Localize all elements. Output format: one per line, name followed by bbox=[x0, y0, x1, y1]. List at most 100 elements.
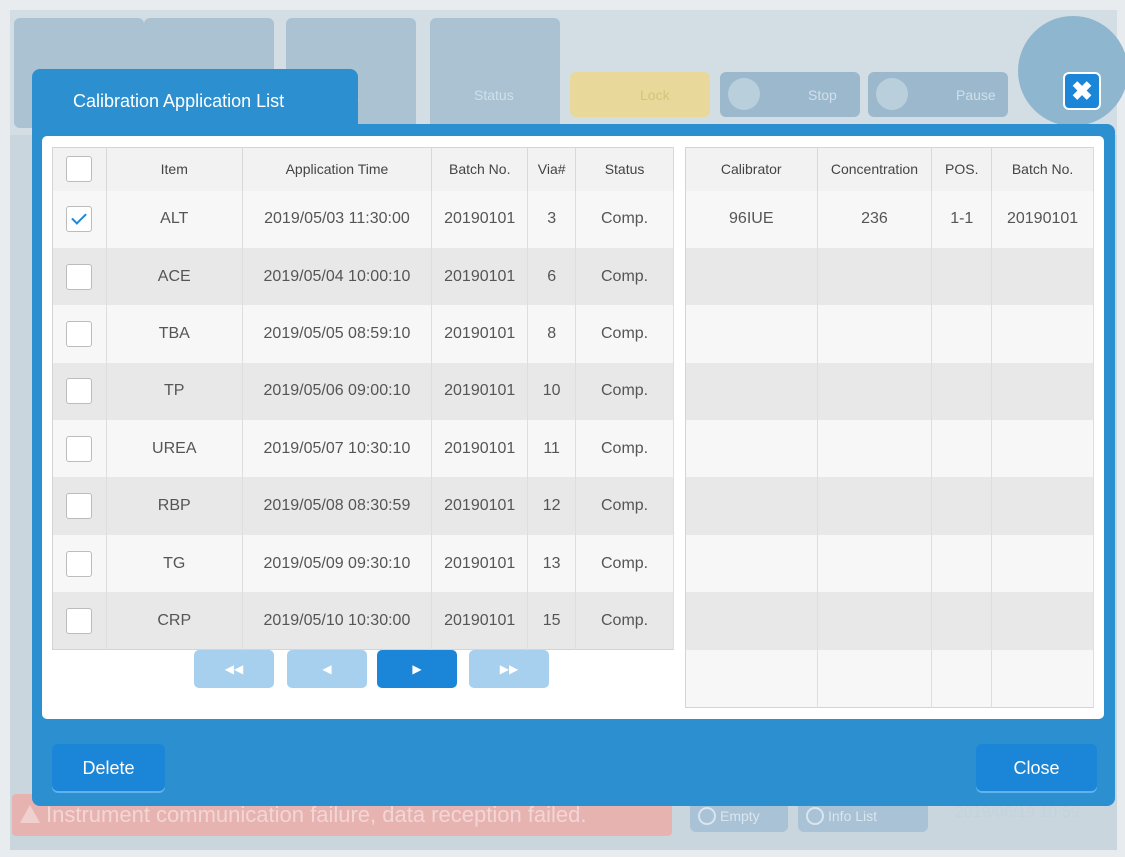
table-row[interactable]: 96IUE 236 1-1 20190101 bbox=[685, 190, 1094, 248]
cell-pos bbox=[931, 592, 993, 650]
cell-batch-no: 20190101 bbox=[431, 592, 529, 650]
cell-pos bbox=[931, 305, 993, 363]
cell-pos bbox=[931, 362, 993, 421]
cell-calibrator bbox=[685, 477, 818, 535]
header-application-time: Application Time bbox=[242, 147, 433, 191]
table-row[interactable] bbox=[685, 362, 1094, 421]
cell-via: 8 bbox=[527, 305, 577, 363]
header-batch-no: Batch No. bbox=[431, 147, 529, 191]
cell-calibrator bbox=[685, 247, 818, 306]
cell-batch-no bbox=[991, 592, 1094, 650]
last-page-button[interactable]: ▶▶ bbox=[469, 650, 549, 688]
cell-item: CRP bbox=[106, 592, 243, 650]
table-row[interactable]: TP 2019/05/06 09:00:10 20190101 10 Comp. bbox=[52, 362, 674, 421]
row-select-cell bbox=[52, 247, 107, 306]
cell-via: 13 bbox=[527, 534, 577, 593]
cell-status: Comp. bbox=[575, 362, 674, 421]
cell-status: Comp. bbox=[575, 477, 674, 535]
cell-pos: 1-1 bbox=[931, 190, 993, 248]
delete-button[interactable]: Delete bbox=[52, 744, 165, 793]
calibration-application-dialog: Calibration Application List ✖ Item Appl… bbox=[32, 69, 1115, 806]
cell-batch-no: 20190101 bbox=[431, 534, 529, 593]
close-icon[interactable]: ✖ bbox=[1063, 72, 1101, 110]
cell-concentration: 236 bbox=[817, 190, 933, 248]
cell-application-time: 2019/05/09 09:30:10 bbox=[242, 534, 433, 593]
header-batch-no-right: Batch No. bbox=[991, 147, 1094, 191]
cell-item: RBP bbox=[106, 477, 243, 535]
cell-via: 10 bbox=[527, 362, 577, 421]
cell-application-time: 2019/05/03 11:30:00 bbox=[242, 190, 433, 248]
header-status: Status bbox=[575, 147, 674, 191]
row-checkbox[interactable] bbox=[66, 493, 93, 520]
header-via: Via# bbox=[527, 147, 577, 191]
cell-batch-no: 20190101 bbox=[431, 477, 529, 535]
cell-concentration bbox=[817, 477, 933, 535]
double-chevron-right-icon: ▶▶ bbox=[499, 662, 519, 676]
cell-concentration bbox=[817, 534, 933, 593]
select-all-header bbox=[52, 147, 107, 191]
dialog-content: Item Application Time Batch No. Via# Sta… bbox=[42, 136, 1104, 719]
cell-application-time: 2019/05/10 10:30:00 bbox=[242, 592, 433, 650]
select-all-checkbox[interactable] bbox=[66, 156, 93, 183]
table-row[interactable]: ALT 2019/05/03 11:30:00 20190101 3 Comp. bbox=[52, 190, 674, 248]
cell-item: TBA bbox=[106, 305, 243, 363]
cell-concentration bbox=[817, 305, 933, 363]
cell-batch-no bbox=[991, 247, 1094, 306]
cell-pos bbox=[931, 477, 993, 535]
cell-status: Comp. bbox=[575, 190, 674, 248]
next-page-button[interactable]: ▶ bbox=[377, 650, 457, 688]
table-row[interactable]: TBA 2019/05/05 08:59:10 20190101 8 Comp. bbox=[52, 305, 674, 363]
table-row[interactable]: TG 2019/05/09 09:30:10 20190101 13 Comp. bbox=[52, 534, 674, 593]
row-select-cell bbox=[52, 534, 107, 593]
cell-batch-no: 20190101 bbox=[431, 190, 529, 248]
chevron-left-icon: ◀ bbox=[322, 662, 332, 676]
table-row[interactable] bbox=[685, 649, 1094, 708]
cell-calibrator: 96IUE bbox=[685, 190, 818, 248]
cell-concentration bbox=[817, 247, 933, 306]
row-checkbox[interactable] bbox=[66, 607, 93, 634]
warning-icon bbox=[20, 805, 40, 823]
row-select-cell bbox=[52, 190, 107, 248]
empty-icon bbox=[698, 807, 716, 825]
row-checkbox[interactable] bbox=[66, 550, 93, 577]
table-row[interactable]: CRP 2019/05/10 10:30:00 20190101 15 Comp. bbox=[52, 592, 674, 650]
table-row[interactable]: ACE 2019/05/04 10:00:10 20190101 6 Comp. bbox=[52, 247, 674, 306]
cell-concentration bbox=[817, 649, 933, 708]
cell-batch-no: 20190101 bbox=[431, 305, 529, 363]
row-checkbox[interactable] bbox=[66, 378, 93, 405]
row-select-cell bbox=[52, 362, 107, 421]
cell-batch-no: 20190101 bbox=[991, 190, 1094, 248]
cell-concentration bbox=[817, 420, 933, 478]
prev-page-button[interactable]: ◀ bbox=[287, 650, 367, 688]
cell-application-time: 2019/05/08 08:30:59 bbox=[242, 477, 433, 535]
table-row[interactable] bbox=[685, 247, 1094, 306]
table-row[interactable] bbox=[685, 420, 1094, 478]
close-button[interactable]: Close bbox=[976, 744, 1097, 793]
cell-via: 3 bbox=[527, 190, 577, 248]
table-row[interactable]: RBP 2019/05/08 08:30:59 20190101 12 Comp. bbox=[52, 477, 674, 535]
header-concentration: Concentration bbox=[817, 147, 933, 191]
cell-application-time: 2019/05/05 08:59:10 bbox=[242, 305, 433, 363]
table-row[interactable]: UREA 2019/05/07 10:30:10 20190101 11 Comp. bbox=[52, 420, 674, 478]
cell-batch-no: 20190101 bbox=[431, 420, 529, 478]
table-row[interactable] bbox=[685, 477, 1094, 535]
table-row[interactable] bbox=[685, 305, 1094, 363]
row-checkbox[interactable] bbox=[66, 206, 93, 233]
first-page-button[interactable]: ◀◀ bbox=[194, 650, 274, 688]
cell-item: UREA bbox=[106, 420, 243, 478]
cell-calibrator bbox=[685, 534, 818, 593]
cell-item: TP bbox=[106, 362, 243, 421]
cell-batch-no: 20190101 bbox=[431, 247, 529, 306]
cell-item: ACE bbox=[106, 247, 243, 306]
row-checkbox[interactable] bbox=[66, 435, 93, 462]
table-row[interactable] bbox=[685, 534, 1094, 593]
chevron-right-icon: ▶ bbox=[412, 662, 422, 676]
double-chevron-left-icon: ◀◀ bbox=[224, 662, 244, 676]
calibrator-table-header: Calibrator Concentration POS. Batch No. bbox=[685, 147, 1094, 191]
row-checkbox[interactable] bbox=[66, 320, 93, 347]
row-checkbox[interactable] bbox=[66, 263, 93, 290]
cell-calibrator bbox=[685, 592, 818, 650]
cell-concentration bbox=[817, 592, 933, 650]
cell-status: Comp. bbox=[575, 592, 674, 650]
table-row[interactable] bbox=[685, 592, 1094, 650]
